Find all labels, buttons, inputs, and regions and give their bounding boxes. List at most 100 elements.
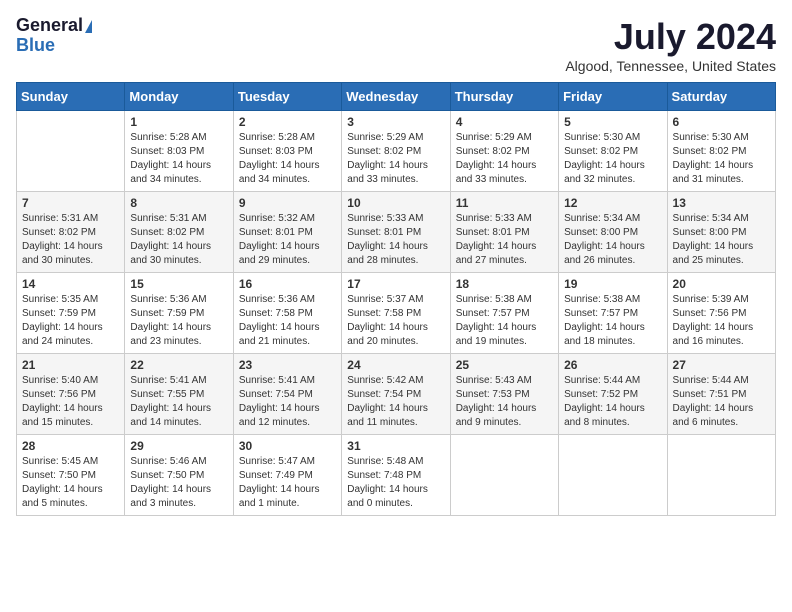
col-header-sunday: Sunday bbox=[17, 83, 125, 111]
logo-blue: Blue bbox=[16, 36, 92, 56]
col-header-saturday: Saturday bbox=[667, 83, 775, 111]
calendar-cell: 9 Sunrise: 5:32 AMSunset: 8:01 PMDaylight… bbox=[233, 192, 341, 273]
day-number: 22 bbox=[130, 358, 227, 372]
calendar-cell: 26 Sunrise: 5:44 AMSunset: 7:52 PMDayligh… bbox=[559, 354, 667, 435]
cell-info: Sunrise: 5:36 AMSunset: 7:59 PMDaylight:… bbox=[130, 293, 227, 349]
calendar-cell: 22Sunrise: 5:41 AMSunset: 7:55 PMDayligh… bbox=[125, 354, 233, 435]
day-number: 30 bbox=[239, 439, 336, 453]
cell-info: Sunrise: 5:40 AMSunset: 7:56 PMDaylight:… bbox=[22, 374, 119, 430]
cell-info: Sunrise: 5:33 AMSunset: 8:01 PMDaylight:… bbox=[347, 212, 444, 268]
day-number: 3 bbox=[347, 115, 444, 129]
cell-info: Sunrise: 5:30 AMSunset: 8:02 PMDaylight:… bbox=[673, 131, 770, 187]
calendar-cell: 4 Sunrise: 5:29 AMSunset: 8:02 PMDaylight… bbox=[450, 111, 558, 192]
col-header-tuesday: Tuesday bbox=[233, 83, 341, 111]
day-number: 6 bbox=[673, 115, 770, 129]
cell-info: Sunrise: 5:46 AMSunset: 7:50 PMDaylight:… bbox=[130, 455, 227, 511]
cell-info: Sunrise: 5:30 AMSunset: 8:02 PMDaylight:… bbox=[564, 131, 661, 187]
day-number: 8 bbox=[130, 196, 227, 210]
cell-info: Sunrise: 5:33 AMSunset: 8:01 PMDaylight:… bbox=[456, 212, 553, 268]
calendar-cell: 8 Sunrise: 5:31 AMSunset: 8:02 PMDaylight… bbox=[125, 192, 233, 273]
calendar-cell: 19 Sunrise: 5:38 AMSunset: 7:57 PMDayligh… bbox=[559, 273, 667, 354]
day-number: 23 bbox=[239, 358, 336, 372]
day-number: 26 bbox=[564, 358, 661, 372]
day-number: 20 bbox=[673, 277, 770, 291]
calendar-week-4: 21 Sunrise: 5:40 AMSunset: 7:56 PMDayligh… bbox=[17, 354, 776, 435]
day-number: 13 bbox=[673, 196, 770, 210]
day-number: 27 bbox=[673, 358, 770, 372]
calendar-cell: 18 Sunrise: 5:38 AMSunset: 7:57 PMDayligh… bbox=[450, 273, 558, 354]
calendar-cell bbox=[559, 435, 667, 516]
calendar-cell: 31 Sunrise: 5:48 AMSunset: 7:48 PMDayligh… bbox=[342, 435, 450, 516]
day-number: 28 bbox=[22, 439, 119, 453]
calendar-cell: 6 Sunrise: 5:30 AMSunset: 8:02 PMDaylight… bbox=[667, 111, 775, 192]
cell-info: Sunrise: 5:47 AMSunset: 7:49 PMDaylight:… bbox=[239, 455, 336, 511]
cell-info: Sunrise: 5:36 AMSunset: 7:58 PMDaylight:… bbox=[239, 293, 336, 349]
cell-info: Sunrise: 5:38 AMSunset: 7:57 PMDaylight:… bbox=[564, 293, 661, 349]
day-number: 10 bbox=[347, 196, 444, 210]
calendar-cell: 12Sunrise: 5:34 AMSunset: 8:00 PMDayligh… bbox=[559, 192, 667, 273]
cell-info: Sunrise: 5:29 AMSunset: 8:02 PMDaylight:… bbox=[456, 131, 553, 187]
cell-info: Sunrise: 5:31 AMSunset: 8:02 PMDaylight:… bbox=[22, 212, 119, 268]
cell-info: Sunrise: 5:41 AMSunset: 7:54 PMDaylight:… bbox=[239, 374, 336, 430]
calendar: SundayMondayTuesdayWednesdayThursdayFrid… bbox=[16, 82, 776, 516]
calendar-cell: 14 Sunrise: 5:35 AMSunset: 7:59 PMDayligh… bbox=[17, 273, 125, 354]
calendar-header-row: SundayMondayTuesdayWednesdayThursdayFrid… bbox=[17, 83, 776, 111]
day-number: 31 bbox=[347, 439, 444, 453]
calendar-cell: 2Sunrise: 5:28 AMSunset: 8:03 PMDaylight… bbox=[233, 111, 341, 192]
day-number: 21 bbox=[22, 358, 119, 372]
calendar-cell: 28Sunrise: 5:45 AMSunset: 7:50 PMDayligh… bbox=[17, 435, 125, 516]
day-number: 15 bbox=[130, 277, 227, 291]
calendar-cell: 1 Sunrise: 5:28 AMSunset: 8:03 PMDaylight… bbox=[125, 111, 233, 192]
calendar-cell: 5Sunrise: 5:30 AMSunset: 8:02 PMDaylight… bbox=[559, 111, 667, 192]
calendar-cell bbox=[667, 435, 775, 516]
day-number: 25 bbox=[456, 358, 553, 372]
cell-info: Sunrise: 5:43 AMSunset: 7:53 PMDaylight:… bbox=[456, 374, 553, 430]
calendar-cell: 10 Sunrise: 5:33 AMSunset: 8:01 PMDayligh… bbox=[342, 192, 450, 273]
calendar-cell: 17 Sunrise: 5:37 AMSunset: 7:58 PMDayligh… bbox=[342, 273, 450, 354]
cell-info: Sunrise: 5:39 AMSunset: 7:56 PMDaylight:… bbox=[673, 293, 770, 349]
cell-info: Sunrise: 5:37 AMSunset: 7:58 PMDaylight:… bbox=[347, 293, 444, 349]
day-number: 14 bbox=[22, 277, 119, 291]
cell-info: Sunrise: 5:29 AMSunset: 8:02 PMDaylight:… bbox=[347, 131, 444, 187]
page-header: General Blue July 2024 Algood, Tennessee… bbox=[16, 16, 776, 74]
cell-info: Sunrise: 5:32 AMSunset: 8:01 PMDaylight:… bbox=[239, 212, 336, 268]
calendar-week-1: 1 Sunrise: 5:28 AMSunset: 8:03 PMDaylight… bbox=[17, 111, 776, 192]
day-number: 12 bbox=[564, 196, 661, 210]
cell-info: Sunrise: 5:35 AMSunset: 7:59 PMDaylight:… bbox=[22, 293, 119, 349]
cell-info: Sunrise: 5:42 AMSunset: 7:54 PMDaylight:… bbox=[347, 374, 444, 430]
calendar-week-5: 28Sunrise: 5:45 AMSunset: 7:50 PMDayligh… bbox=[17, 435, 776, 516]
cell-info: Sunrise: 5:38 AMSunset: 7:57 PMDaylight:… bbox=[456, 293, 553, 349]
calendar-cell: 23 Sunrise: 5:41 AMSunset: 7:54 PMDayligh… bbox=[233, 354, 341, 435]
day-number: 1 bbox=[130, 115, 227, 129]
day-number: 9 bbox=[239, 196, 336, 210]
cell-info: Sunrise: 5:28 AMSunset: 8:03 PMDaylight:… bbox=[130, 131, 227, 187]
calendar-cell: 16 Sunrise: 5:36 AMSunset: 7:58 PMDayligh… bbox=[233, 273, 341, 354]
cell-info: Sunrise: 5:44 AMSunset: 7:52 PMDaylight:… bbox=[564, 374, 661, 430]
month-year: July 2024 bbox=[565, 16, 776, 58]
cell-info: Sunrise: 5:34 AMSunset: 8:00 PMDaylight:… bbox=[673, 212, 770, 268]
col-header-wednesday: Wednesday bbox=[342, 83, 450, 111]
day-number: 17 bbox=[347, 277, 444, 291]
calendar-cell: 21 Sunrise: 5:40 AMSunset: 7:56 PMDayligh… bbox=[17, 354, 125, 435]
calendar-cell: 3 Sunrise: 5:29 AMSunset: 8:02 PMDaylight… bbox=[342, 111, 450, 192]
calendar-cell: 7Sunrise: 5:31 AMSunset: 8:02 PMDaylight… bbox=[17, 192, 125, 273]
location: Algood, Tennessee, United States bbox=[565, 58, 776, 74]
calendar-week-3: 14 Sunrise: 5:35 AMSunset: 7:59 PMDayligh… bbox=[17, 273, 776, 354]
calendar-cell: 24 Sunrise: 5:42 AMSunset: 7:54 PMDayligh… bbox=[342, 354, 450, 435]
cell-info: Sunrise: 5:28 AMSunset: 8:03 PMDaylight:… bbox=[239, 131, 336, 187]
col-header-friday: Friday bbox=[559, 83, 667, 111]
col-header-thursday: Thursday bbox=[450, 83, 558, 111]
logo-general: General bbox=[16, 16, 92, 36]
cell-info: Sunrise: 5:48 AMSunset: 7:48 PMDaylight:… bbox=[347, 455, 444, 511]
day-number: 18 bbox=[456, 277, 553, 291]
day-number: 16 bbox=[239, 277, 336, 291]
cell-info: Sunrise: 5:31 AMSunset: 8:02 PMDaylight:… bbox=[130, 212, 227, 268]
calendar-cell: 27Sunrise: 5:44 AMSunset: 7:51 PMDayligh… bbox=[667, 354, 775, 435]
day-number: 24 bbox=[347, 358, 444, 372]
day-number: 4 bbox=[456, 115, 553, 129]
calendar-cell: 20 Sunrise: 5:39 AMSunset: 7:56 PMDayligh… bbox=[667, 273, 775, 354]
day-number: 19 bbox=[564, 277, 661, 291]
calendar-cell: 15 Sunrise: 5:36 AMSunset: 7:59 PMDayligh… bbox=[125, 273, 233, 354]
calendar-cell: 29Sunrise: 5:46 AMSunset: 7:50 PMDayligh… bbox=[125, 435, 233, 516]
calendar-cell bbox=[450, 435, 558, 516]
